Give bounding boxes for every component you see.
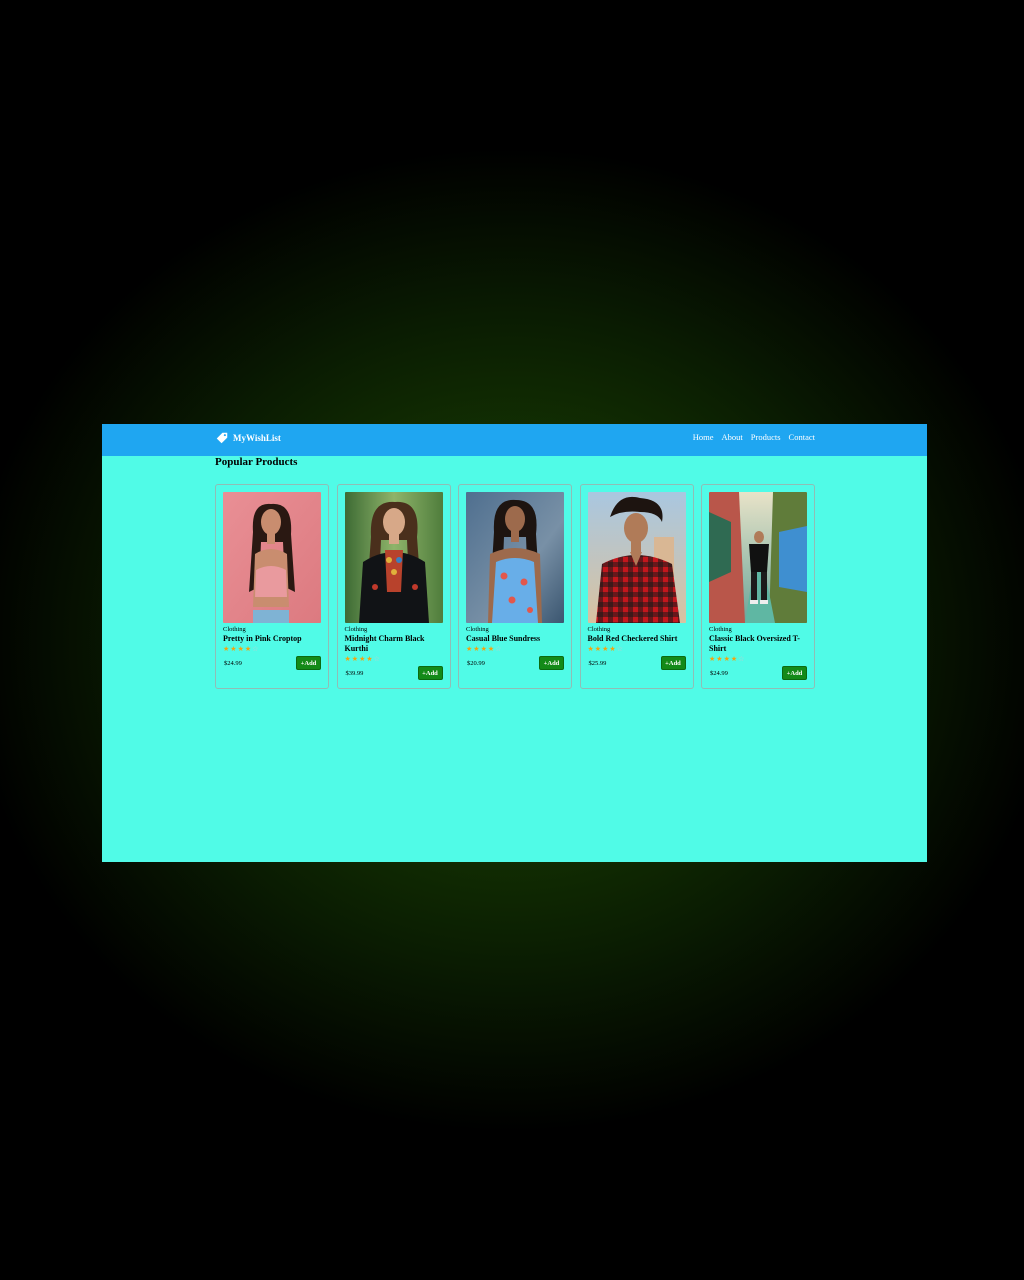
product-grid: Clothing Pretty in Pink Croptop ★★★★☆ $2… — [215, 484, 815, 689]
rating-stars: ★★★★☆ — [709, 654, 807, 665]
star-icon: ★ — [366, 655, 374, 663]
rating-stars: ★★★★☆ — [223, 644, 321, 655]
star-empty-icon: ☆ — [252, 645, 260, 653]
star-icon: ★ — [716, 655, 724, 663]
star-icon: ★ — [480, 645, 488, 653]
product-category: Clothing — [344, 626, 368, 633]
product-price: $20.99 — [467, 660, 485, 667]
product-category: Clothing — [223, 626, 246, 633]
nav-link-contact[interactable]: Contact — [789, 432, 815, 442]
brand-name: MyWishList — [233, 433, 281, 443]
rating-stars: ★★★★☆ — [466, 644, 564, 655]
product-category: Clothing — [709, 626, 732, 633]
product-name: Bold Red Checkered Shirt — [587, 634, 678, 643]
star-icon: ★ — [609, 645, 617, 653]
product-name: Classic Black Oversized T-Shirt — [709, 634, 800, 653]
product-name: Midnight Charm Black Kurthi — [344, 634, 425, 653]
star-icon: ★ — [594, 645, 603, 653]
star-empty-icon: ☆ — [495, 645, 503, 653]
product-image-pink-croptop — [223, 492, 321, 623]
browser-viewport: MyWishList Home About Products Contact P… — [102, 424, 927, 862]
product-name: Pretty in Pink Croptop — [223, 634, 302, 643]
nav-links: Home About Products Contact — [693, 432, 815, 442]
product-card-pink-croptop[interactable]: Clothing Pretty in Pink Croptop ★★★★☆ $2… — [215, 484, 329, 689]
nav-link-home[interactable]: Home — [693, 432, 714, 442]
product-price: $25.99 — [588, 660, 607, 667]
section-title: Popular Products — [215, 456, 298, 468]
add-to-wishlist-button[interactable]: +Add — [417, 666, 443, 680]
star-icon: ★ — [344, 655, 352, 663]
star-icon: ★ — [351, 655, 360, 663]
product-category: Clothing — [587, 626, 611, 633]
product-category: Clothing — [466, 626, 489, 633]
product-card-black-oversized-tshirt[interactable]: Clothing Classic Black Oversized T-Shirt… — [701, 484, 815, 689]
star-empty-icon: ☆ — [738, 655, 746, 663]
star-empty-icon: ☆ — [616, 645, 624, 653]
add-to-wishlist-button[interactable]: +Add — [660, 656, 686, 670]
add-to-wishlist-button[interactable]: +Add — [539, 656, 564, 670]
tag-icon — [216, 432, 228, 444]
star-icon: ★ — [230, 645, 238, 653]
rating-stars: ★★★★☆ — [345, 654, 443, 665]
star-empty-icon: ☆ — [373, 655, 381, 663]
nav-link-products[interactable]: Products — [751, 432, 781, 442]
rating-stars: ★★★★☆ — [588, 644, 686, 655]
product-image-blue-sundress — [466, 492, 564, 623]
product-card-black-kurthi[interactable]: Clothing Midnight Charm Black Kurthi ★★★… — [336, 484, 451, 689]
star-icon: ★ — [723, 655, 731, 663]
product-price: $24.99 — [710, 670, 728, 677]
product-image-red-checkered-shirt — [587, 492, 686, 623]
star-icon: ★ — [587, 645, 595, 653]
add-to-wishlist-button[interactable]: +Add — [782, 666, 807, 680]
star-icon: ★ — [237, 645, 245, 653]
product-price: $39.99 — [345, 670, 364, 677]
product-card-red-checkered-shirt[interactable]: Clothing Bold Red Checkered Shirt ★★★★☆ … — [579, 484, 694, 689]
star-icon: ★ — [473, 645, 481, 653]
product-image-black-kurthi — [344, 492, 443, 623]
product-price: $24.99 — [224, 660, 242, 667]
product-image-black-oversized-tshirt — [709, 492, 807, 623]
product-card-blue-sundress[interactable]: Clothing Casual Blue Sundress ★★★★☆ $20.… — [458, 484, 572, 689]
nav-link-about[interactable]: About — [722, 432, 743, 442]
brand-link[interactable]: MyWishList — [215, 431, 281, 445]
add-to-wishlist-button[interactable]: +Add — [296, 656, 321, 670]
navbar: MyWishList Home About Products Contact — [102, 424, 927, 456]
product-name: Casual Blue Sundress — [466, 634, 541, 643]
